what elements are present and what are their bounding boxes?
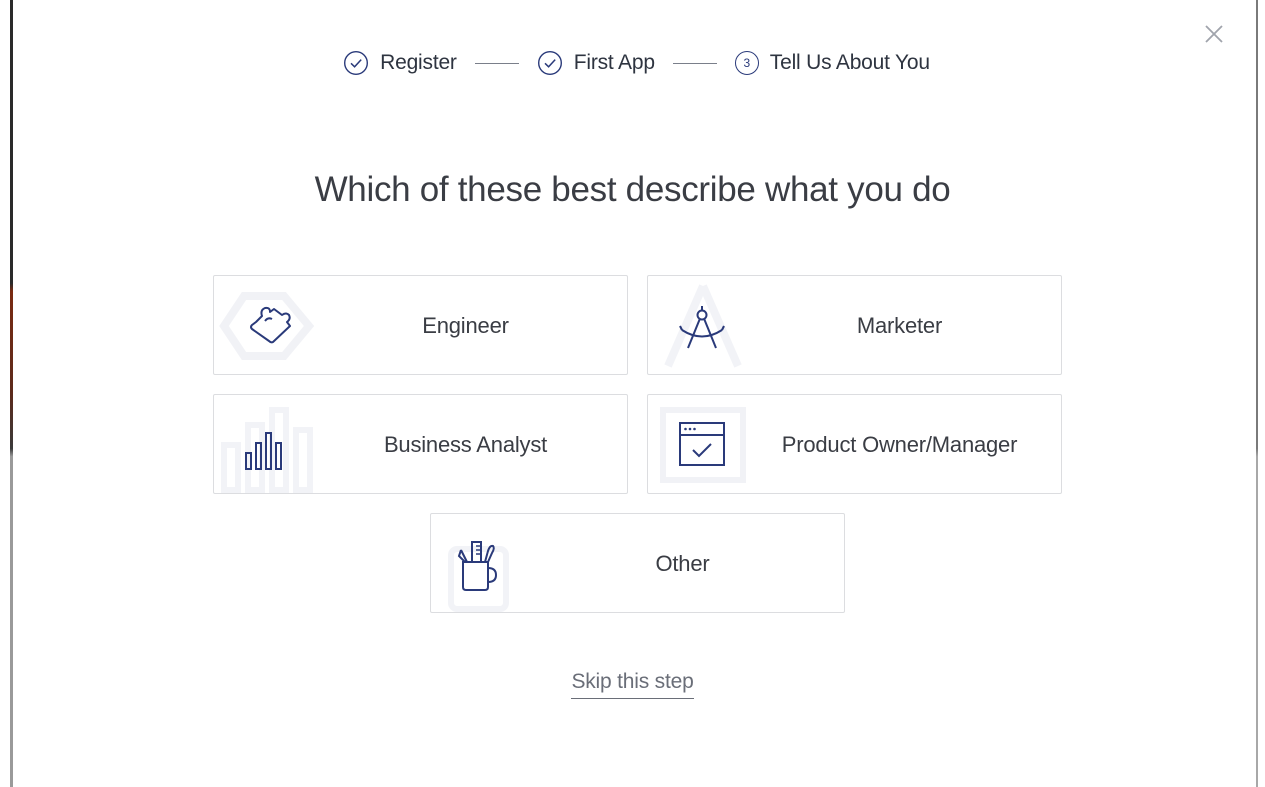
- bar-chart-icon: [245, 432, 282, 470]
- check-circle-icon: [344, 50, 369, 76]
- step-register: Register: [343, 50, 457, 76]
- step-label: Tell Us About You: [769, 51, 930, 74]
- skip-step-link[interactable]: Skip this step: [571, 670, 694, 699]
- backdrop-fill-right: [1258, 0, 1265, 787]
- page-title: Which of these best describe what you do: [314, 170, 951, 209]
- step-number-badge: 3: [734, 51, 759, 75]
- pencil-cup-icon: [457, 541, 498, 591]
- modal-dialog: Register First App 3 Tell Us About You W…: [0, 0, 1265, 787]
- close-icon: [1205, 25, 1223, 43]
- step-tell-us-about-you: 3 Tell Us About You: [734, 51, 930, 75]
- puzzle-piece-icon: [250, 306, 291, 344]
- option-product-owner-manager[interactable]: Product Owner/Manager: [647, 394, 1062, 494]
- step-label: First App: [573, 51, 655, 74]
- check-circle-icon: [537, 50, 562, 76]
- option-business-analyst[interactable]: Business Analyst: [213, 394, 628, 494]
- skip-container: Skip this step: [0, 670, 1265, 699]
- option-label: Engineer: [422, 313, 509, 338]
- backdrop-edge-left: [0, 0, 13, 787]
- step-connector: [474, 62, 519, 64]
- step-label: Register: [380, 51, 457, 74]
- option-marketer[interactable]: Marketer: [647, 275, 1062, 375]
- option-label: Other: [655, 551, 710, 576]
- browser-checkmark-icon: [679, 422, 725, 466]
- step-connector: [672, 62, 717, 64]
- option-other[interactable]: Other: [430, 513, 845, 613]
- step-first-app: First App: [537, 50, 655, 76]
- option-engineer[interactable]: Engineer: [213, 275, 628, 375]
- compass-drawing-icon: [679, 306, 725, 349]
- progress-stepper: Register First App 3 Tell Us About You: [0, 50, 1265, 76]
- option-label: Marketer: [856, 313, 943, 338]
- option-label: Business Analyst: [383, 432, 548, 457]
- option-label: Product Owner/Manager: [781, 432, 1018, 457]
- close-button[interactable]: [1200, 20, 1228, 48]
